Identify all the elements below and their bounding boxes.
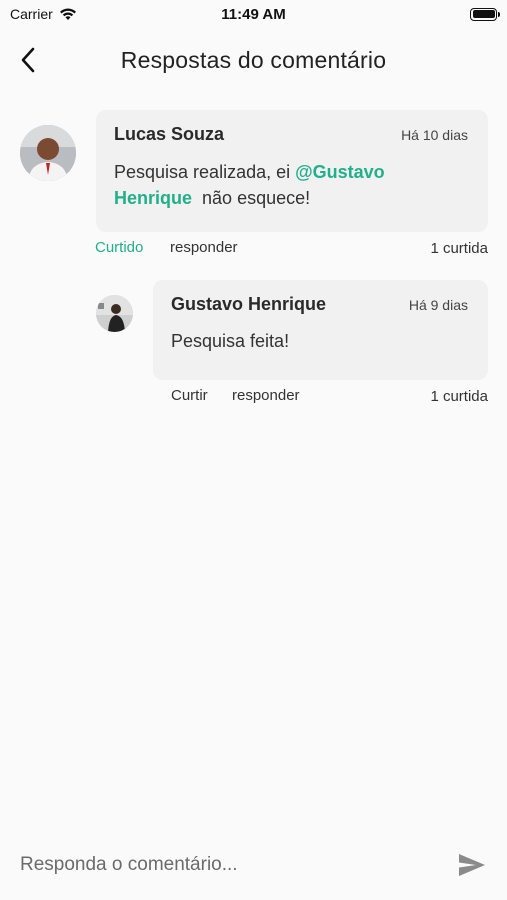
back-button[interactable] xyxy=(14,46,42,74)
comment-like-count: 1 curtida xyxy=(430,240,488,257)
avatar-photo xyxy=(96,295,133,332)
reply-author[interactable]: Gustavo Henrique xyxy=(171,294,326,315)
reply-time: Há 9 dias xyxy=(408,297,468,313)
mention-part2: Henrique xyxy=(114,188,193,208)
comment-time: Há 10 dias xyxy=(401,127,468,143)
comment-text-before: Pesquisa realizada, ei xyxy=(114,162,296,182)
reply-input[interactable] xyxy=(20,854,457,876)
avatar-photo xyxy=(20,125,76,181)
avatar-lucas[interactable] xyxy=(20,125,76,181)
reply-composer xyxy=(0,830,507,900)
mention-part1: @Gustavo xyxy=(295,162,385,182)
reply-text: Pesquisa feita! xyxy=(171,331,290,351)
carrier-label: Carrier xyxy=(10,6,53,22)
page-title: Respostas do comentário xyxy=(120,46,387,73)
avatar-gustavo[interactable] xyxy=(96,295,133,332)
reply-like-count: 1 curtida xyxy=(430,388,488,405)
status-bar: Carrier 11:49 AM xyxy=(0,0,507,28)
send-icon xyxy=(459,854,485,876)
comment-text: Pesquisa realizada, ei @Gustavo Henrique … xyxy=(114,159,454,211)
comment-author[interactable]: Lucas Souza xyxy=(114,124,224,145)
comment-reply-button[interactable]: responder xyxy=(170,239,238,256)
status-left: Carrier xyxy=(10,6,77,22)
battery-icon xyxy=(470,7,500,21)
header: Respostas do comentário xyxy=(0,38,507,82)
send-button[interactable] xyxy=(457,850,487,880)
reply-like-button[interactable]: Curtir xyxy=(171,387,208,404)
wifi-icon xyxy=(59,8,76,20)
reply-card: Gustavo Henrique Há 9 dias Pesquisa feit… xyxy=(153,280,488,380)
chevron-left-icon xyxy=(21,47,35,73)
comment-like-button[interactable]: Curtido xyxy=(95,239,143,256)
reply-reply-button[interactable]: responder xyxy=(232,387,300,404)
comment-card: Lucas Souza Há 10 dias Pesquisa realizad… xyxy=(96,110,488,232)
comment-text-after: não esquece! xyxy=(202,188,311,208)
